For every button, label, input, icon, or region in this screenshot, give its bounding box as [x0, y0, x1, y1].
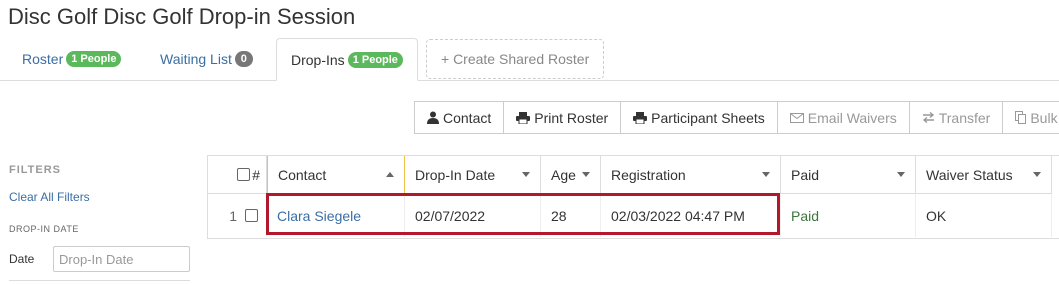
header-select-all: # [208, 156, 267, 194]
print-icon [516, 111, 531, 124]
clear-filters-link[interactable]: Clear All Filters [9, 190, 90, 204]
bulk-label: Bulk [1030, 109, 1058, 126]
table-row-select: 1 [208, 194, 267, 237]
header-waiver-status-label: Waiver Status [926, 166, 1013, 183]
participant-sheets-label: Participant Sheets [651, 109, 765, 126]
tab-label: Drop-Ins [291, 51, 345, 68]
copy-icon [1015, 111, 1027, 124]
chevron-down-icon [522, 172, 530, 177]
sort-ascending-icon [386, 172, 394, 177]
header-contact-label: Contact [278, 166, 327, 183]
chevron-down-icon [897, 172, 905, 177]
email-waivers-button[interactable]: Email Waivers [776, 101, 910, 134]
row-number: 1 [229, 207, 237, 224]
print-roster-label: Print Roster [534, 109, 609, 126]
contact-button[interactable]: Contact [414, 101, 505, 134]
create-shared-roster-button[interactable]: + Create Shared Roster [426, 39, 605, 79]
dropin-date-heading: DROP-IN DATE [9, 224, 79, 234]
tab-bar: Roster 1 People Waiting List 0 Drop-Ins … [0, 38, 1059, 81]
waiver-status-cell: OK [916, 194, 1052, 237]
print-roster-button[interactable]: Print Roster [503, 101, 622, 134]
participant-sheets-button[interactable]: Participant Sheets [620, 101, 778, 134]
count-badge: 0 [234, 51, 253, 67]
tab-label: Waiting List [160, 51, 232, 67]
paid-status-cell: Paid [781, 194, 916, 237]
header-paid-label: Paid [791, 166, 820, 183]
header-waiver-status[interactable]: Waiver Status [916, 156, 1052, 194]
contact-icon [427, 111, 439, 124]
email-waivers-label: Email Waivers [807, 109, 897, 126]
tab-roster[interactable]: Roster 1 People [22, 38, 122, 80]
envelope-icon [789, 112, 804, 123]
header-contact[interactable]: Contact [267, 156, 405, 194]
transfer-label: Transfer [938, 109, 991, 126]
highlight-box [266, 193, 780, 235]
chevron-down-icon [582, 172, 590, 177]
print-icon [633, 111, 648, 124]
count-badge: 1 People [66, 51, 122, 67]
tab-drop-ins[interactable]: Drop-Ins 1 People [276, 38, 418, 81]
transfer-button[interactable]: Transfer [908, 101, 1004, 134]
header-dropin-date[interactable]: Drop-In Date [405, 156, 541, 194]
bulk-button[interactable]: Bulk [1002, 101, 1059, 134]
contact-label: Contact [443, 109, 492, 126]
header-age[interactable]: Age [541, 156, 601, 194]
count-badge: 1 People [347, 51, 403, 68]
header-registration-label: Registration [611, 166, 686, 183]
date-label: Date [9, 252, 35, 266]
dropin-date-input[interactable] [53, 246, 190, 272]
filters-heading: FILTERS [9, 164, 62, 176]
tab-waiting-list[interactable]: Waiting List 0 [160, 38, 253, 80]
transfer-icon [922, 112, 934, 123]
chevron-down-icon [1033, 172, 1041, 177]
chevron-down-icon [762, 172, 770, 177]
row-checkbox[interactable] [245, 209, 258, 222]
tab-label: Roster [22, 51, 64, 67]
divider [9, 280, 190, 281]
page-title: Disc Golf Disc Golf Drop-in Session [8, 4, 356, 29]
toolbar: Contact Print Roster Participant Sheets … [414, 101, 1059, 134]
header-paid[interactable]: Paid [781, 156, 916, 194]
header-age-label: Age [551, 166, 576, 183]
select-all-checkbox[interactable] [237, 168, 251, 181]
header-registration[interactable]: Registration [601, 156, 781, 194]
header-num: # [252, 166, 260, 183]
header-dropin-date-label: Drop-In Date [415, 166, 496, 183]
